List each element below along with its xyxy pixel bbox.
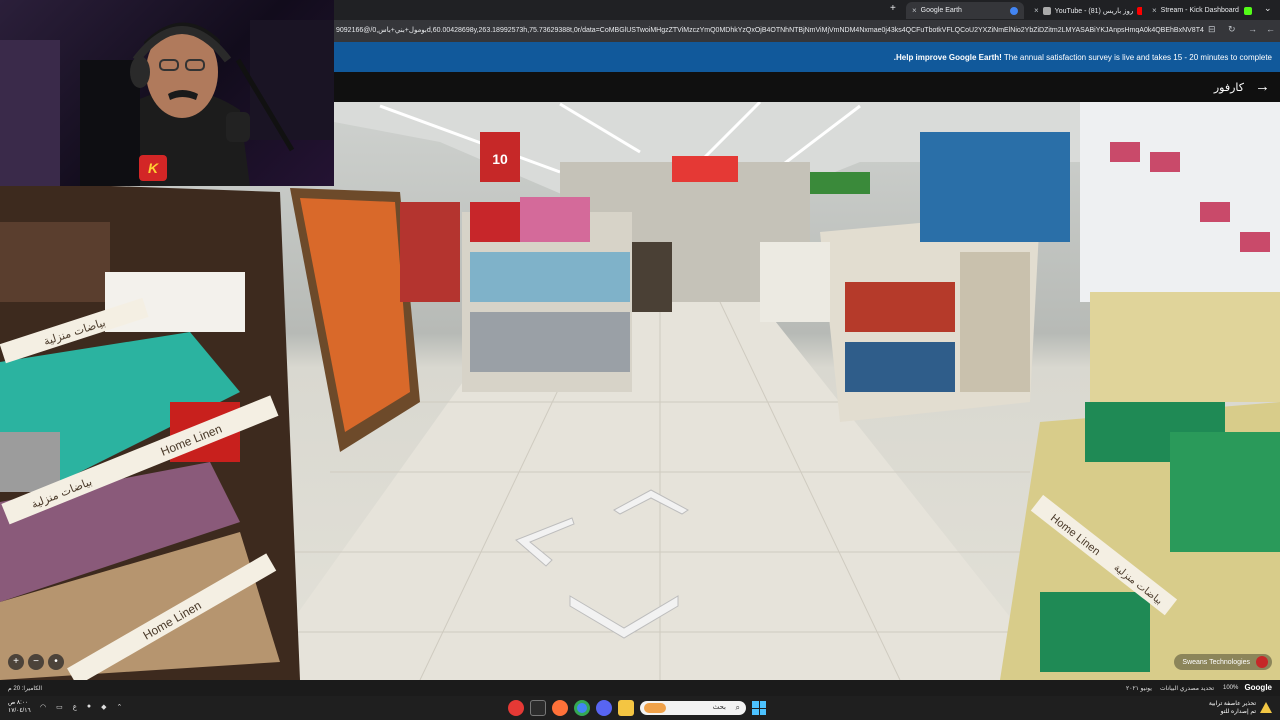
- wifi-icon[interactable]: ◠: [40, 703, 46, 711]
- pegman-icon[interactable]: •: [48, 654, 64, 670]
- pillow-shelves: [1080, 102, 1280, 302]
- contributor-avatar-icon: [1256, 656, 1268, 668]
- attribution-text: Sweans Technologies: [1182, 658, 1250, 666]
- blue-promo-wall: [920, 132, 1070, 242]
- survey-message[interactable]: .Help improve Google Earth! The annual s…: [894, 53, 1272, 62]
- zoom-controls: + − •: [8, 654, 64, 670]
- tab-google-earth[interactable]: × Google Earth: [906, 2, 1024, 19]
- earth-status-bar: الكاميرا: 20 م يونيو ٢٠٢١ تحديد مصدري ال…: [0, 680, 1280, 696]
- install-app-icon[interactable]: ⊟: [1208, 24, 1216, 35]
- back-icon[interactable]: ←: [1266, 24, 1275, 34]
- headset-earcup: [130, 56, 150, 88]
- tab-kick-dashboard[interactable]: × Stream - Kick Dashboard: [1146, 2, 1258, 19]
- forward-icon[interactable]: →: [1248, 24, 1257, 34]
- taskbar-apps: بحث ⌕: [508, 700, 766, 716]
- room-background: [0, 40, 60, 186]
- pink-goods: [520, 197, 590, 242]
- webcam-feed: [0, 20, 334, 186]
- google-logo: Google: [1244, 683, 1272, 692]
- brown-linens: [0, 222, 110, 302]
- shield-icon[interactable]: ◆: [101, 703, 106, 711]
- chevron-up-icon[interactable]: ⌃: [117, 703, 123, 711]
- close-icon[interactable]: ×: [1034, 6, 1039, 15]
- red-goods: [470, 202, 520, 242]
- zoom-out-button[interactable]: −: [28, 654, 44, 670]
- search-highlight-icon: [644, 703, 666, 713]
- clock-time: ٨:٠٠ ص: [8, 700, 29, 706]
- reload-icon[interactable]: ↻: [1228, 24, 1236, 35]
- speaker-icon: [1042, 6, 1051, 15]
- price-tag-text: 10: [492, 151, 508, 167]
- camera-altitude: الكاميرا: 20 م: [8, 686, 43, 692]
- webcam-overlay: K: [0, 0, 334, 186]
- chrome-icon[interactable]: [574, 700, 590, 716]
- clock-date: ١٧/٠٤/١٦: [8, 708, 31, 714]
- street-view-panorama[interactable]: 10 بياضات منزلية بياضات منزلية Home Line…: [0, 102, 1280, 680]
- tab-label: YouTube - روز باريس (81): [1054, 7, 1134, 15]
- survey-title: .Help improve Google Earth!: [893, 53, 1002, 62]
- kick-icon: [1244, 6, 1252, 15]
- book-stacks: [960, 252, 1030, 392]
- zoom-in-button[interactable]: +: [8, 654, 24, 670]
- nav-arrow-forward[interactable]: [612, 486, 690, 516]
- close-icon[interactable]: ×: [912, 6, 917, 15]
- search-placeholder: بحث: [712, 704, 726, 711]
- book-covers: [845, 342, 955, 392]
- room-background: [250, 20, 334, 140]
- weather-alert-subtitle: تم إصداره للتو: [1220, 709, 1256, 715]
- tab-youtube[interactable]: × YouTube - روز باريس (81): [1028, 2, 1142, 19]
- new-tab-button[interactable]: +: [890, 3, 896, 14]
- green-packaging: [1170, 432, 1280, 552]
- screen: + × Google Earth × YouTube - روز باريس (…: [0, 0, 1280, 720]
- section-sign: [810, 172, 870, 194]
- duvet-packs: [1090, 292, 1280, 402]
- weather-widget[interactable]: تحذير عاصفة ترابية تم إصداره للتو: [1209, 700, 1256, 716]
- language-indicator[interactable]: ع: [73, 703, 77, 711]
- promo-banner: [672, 156, 738, 182]
- close-icon[interactable]: ×: [1152, 6, 1157, 15]
- zoom-level: 100%: [1223, 685, 1239, 691]
- youtube-icon: [1137, 6, 1142, 15]
- arrow-right-icon[interactable]: →: [1255, 78, 1270, 95]
- grey-goods: [470, 312, 630, 372]
- display-stand: [760, 242, 830, 322]
- system-tray: ◠ ▭ ع ● ◆ ⌃: [40, 703, 122, 711]
- data-sources-link[interactable]: تحديد مصدري البيانات: [1160, 685, 1214, 692]
- weather-alert-title: تحذير عاصفة ترابية: [1208, 701, 1256, 707]
- discord-icon[interactable]: [596, 700, 612, 716]
- url-field[interactable]: 9092166@/بومول+بني+باس,0d,60.00428698y,2…: [336, 24, 1204, 38]
- windows-start-icon[interactable]: [752, 701, 766, 715]
- survey-details: The annual satisfaction survey is live a…: [1001, 53, 1272, 62]
- taskbar-search[interactable]: بحث ⌕: [640, 701, 746, 715]
- place-title: كارفور: [1213, 82, 1244, 94]
- google-earth-icon: [1010, 6, 1018, 15]
- kick-logo: K: [139, 155, 167, 181]
- chevron-down-icon[interactable]: ⌄: [1264, 3, 1272, 14]
- microphone-icon[interactable]: ●: [87, 703, 91, 711]
- firefox-icon[interactable]: [552, 700, 568, 716]
- nav-arrow-left[interactable]: [512, 514, 576, 570]
- search-icon: ⌕: [735, 703, 740, 712]
- blue-goods: [470, 252, 630, 302]
- tab-label: Stream - Kick Dashboard: [1160, 7, 1239, 14]
- red-products: [400, 202, 460, 302]
- book-covers: [845, 282, 955, 332]
- warning-icon[interactable]: [1260, 702, 1272, 713]
- tab-label: Google Earth: [920, 7, 962, 14]
- system-clock[interactable]: ٨:٠٠ ص ١٧/٠٤/١٦: [8, 699, 31, 715]
- imagery-date: يونيو ٢٠٢١: [1126, 686, 1152, 692]
- taskbar: ٨:٠٠ ص ١٧/٠٤/١٦ ◠ ▭ ع ● ◆ ⌃ بحث ⌕ تحذير …: [0, 696, 1280, 720]
- side-shelf: [632, 242, 672, 312]
- green-packaging: [1040, 592, 1150, 672]
- epic-games-icon[interactable]: [530, 700, 546, 716]
- file-explorer-icon[interactable]: [618, 700, 634, 716]
- recorder-app-icon[interactable]: [508, 700, 524, 716]
- nav-arrow-back[interactable]: [568, 588, 680, 640]
- microphone-icon: [226, 112, 250, 142]
- grey-linens: [0, 432, 60, 492]
- display-icon[interactable]: ▭: [56, 703, 63, 711]
- imagery-attribution[interactable]: Sweans Technologies: [1174, 654, 1272, 670]
